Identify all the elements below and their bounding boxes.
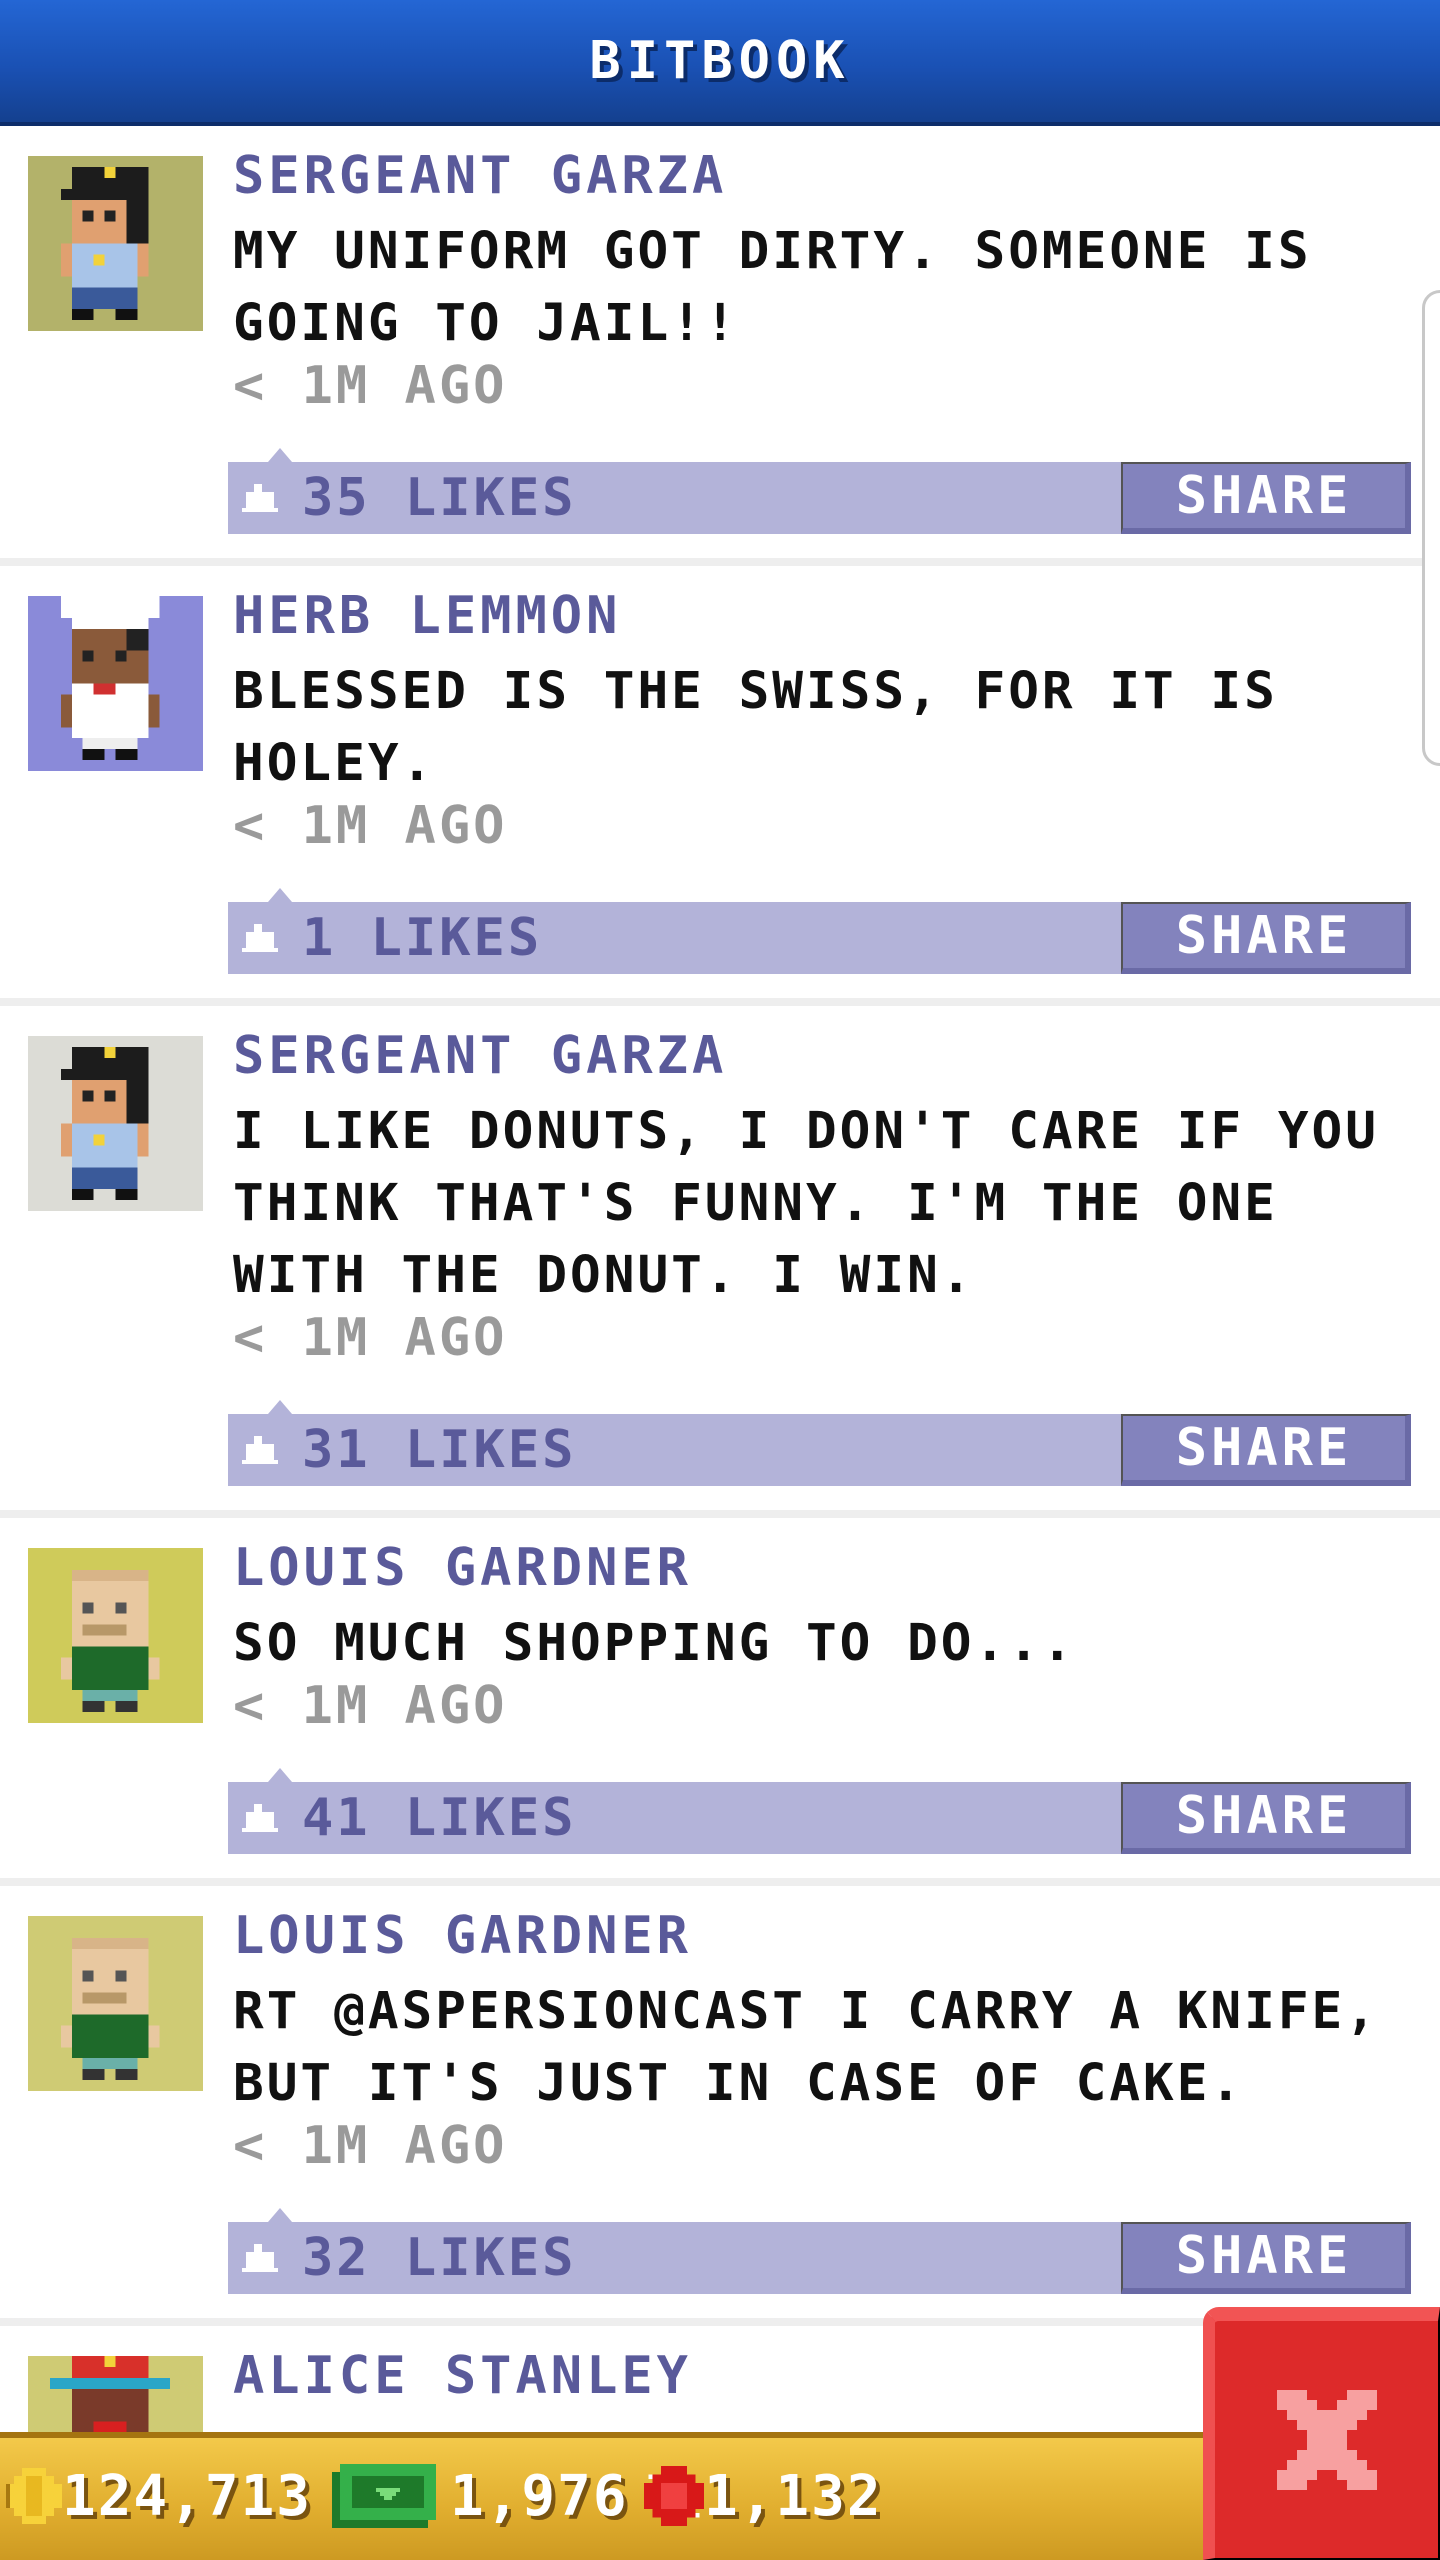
share-button[interactable]: SHARE: [1121, 2222, 1411, 2294]
post-timestamp: < 1M AGO: [233, 1308, 508, 1368]
share-button[interactable]: SHARE: [1121, 902, 1411, 974]
post-text: I LIKE DONUTS, I DON'T CARE IF YOU THINK…: [233, 1102, 1379, 1305]
post-author-name[interactable]: ALICE STANLEY: [233, 2346, 692, 2406]
like-count: 41 LIKES: [302, 1788, 577, 1848]
bald-man-avatar[interactable]: [28, 1916, 203, 2091]
coins-balance: 124,713: [6, 2460, 312, 2532]
like-count: 31 LIKES: [302, 1420, 577, 1480]
post-text: MY UNIFORM GOT DIRTY. SOMEONE IS GOING T…: [233, 222, 1312, 353]
post-author-name[interactable]: HERB LEMMON: [233, 586, 621, 646]
app-header: BITBOOK: [0, 0, 1440, 126]
bitbook-feed[interactable]: SERGEANT GARZA MY UNIFORM GOT DIRTY. SOM…: [0, 126, 1440, 2531]
thumbs-up-icon[interactable]: [242, 1804, 278, 1832]
post-author-name[interactable]: LOUIS GARDNER: [233, 1906, 692, 1966]
like-count: 35 LIKES: [302, 468, 577, 528]
post-timestamp: < 1M AGO: [233, 796, 508, 856]
close-x-icon: [1276, 2389, 1377, 2490]
like-count: 1 LIKES: [302, 908, 543, 968]
post-text: BLESSED IS THE SWISS, FOR IT IS HOLEY.: [233, 662, 1278, 793]
like-count: 32 LIKES: [302, 2228, 577, 2288]
like-bar: 35 LIKES SHARE: [228, 448, 1411, 534]
like-bar: 32 LIKES SHARE: [228, 2208, 1411, 2294]
post-timestamp: < 1M AGO: [233, 356, 508, 416]
feed-post: HERB LEMMON BLESSED IS THE SWISS, FOR IT…: [0, 566, 1440, 1006]
thumbs-up-icon[interactable]: [242, 924, 278, 952]
thumbs-up-icon[interactable]: [242, 2244, 278, 2272]
coin-icon: [6, 2468, 62, 2524]
share-button[interactable]: SHARE: [1121, 1414, 1411, 1486]
app-title: BITBOOK: [589, 31, 851, 91]
post-author-name[interactable]: SERGEANT GARZA: [233, 1026, 727, 1086]
feed-post: LOUIS GARDNER RT @ASPERSIONCAST I CARRY …: [0, 1886, 1440, 2326]
like-bar: 41 LIKES SHARE: [228, 1768, 1411, 1854]
thumbs-up-icon[interactable]: [242, 484, 278, 512]
post-author-name[interactable]: SERGEANT GARZA: [233, 146, 727, 206]
post-timestamp: < 1M AGO: [233, 2116, 508, 2176]
post-author-name[interactable]: LOUIS GARDNER: [233, 1538, 692, 1598]
bald-man-avatar[interactable]: [28, 1548, 203, 1723]
tickets-value: 1,132: [704, 2463, 883, 2529]
share-button[interactable]: SHARE: [1121, 462, 1411, 534]
police-officer-avatar[interactable]: [28, 156, 203, 331]
feed-post: SERGEANT GARZA I LIKE DONUTS, I DON'T CA…: [0, 1006, 1440, 1518]
tickets-balance: 1,132: [644, 2460, 883, 2532]
feed-post: SERGEANT GARZA MY UNIFORM GOT DIRTY. SOM…: [0, 126, 1440, 566]
ticket-icon: [644, 2466, 704, 2526]
bux-value: 1,976: [450, 2463, 629, 2529]
like-bar: 31 LIKES SHARE: [228, 1400, 1411, 1486]
share-button[interactable]: SHARE: [1121, 1782, 1411, 1854]
coins-value: 124,713: [62, 2463, 313, 2529]
like-bar: 1 LIKES SHARE: [228, 888, 1411, 974]
post-timestamp: < 1M AGO: [233, 1676, 508, 1736]
close-button[interactable]: [1203, 2307, 1440, 2560]
bux-balance: 1,976: [332, 2460, 629, 2532]
chef-avatar[interactable]: [28, 596, 203, 771]
bux-bill-icon: [332, 2464, 436, 2528]
post-text: RT @ASPERSIONCAST I CARRY A KNIFE, BUT I…: [233, 1982, 1379, 2113]
scrollbar-handle[interactable]: [1422, 290, 1440, 766]
feed-post: LOUIS GARDNER SO MUCH SHOPPING TO DO... …: [0, 1518, 1440, 1886]
thumbs-up-icon[interactable]: [242, 1436, 278, 1464]
post-text: SO MUCH SHOPPING TO DO...: [233, 1614, 1076, 1673]
police-officer-avatar[interactable]: [28, 1036, 203, 1211]
